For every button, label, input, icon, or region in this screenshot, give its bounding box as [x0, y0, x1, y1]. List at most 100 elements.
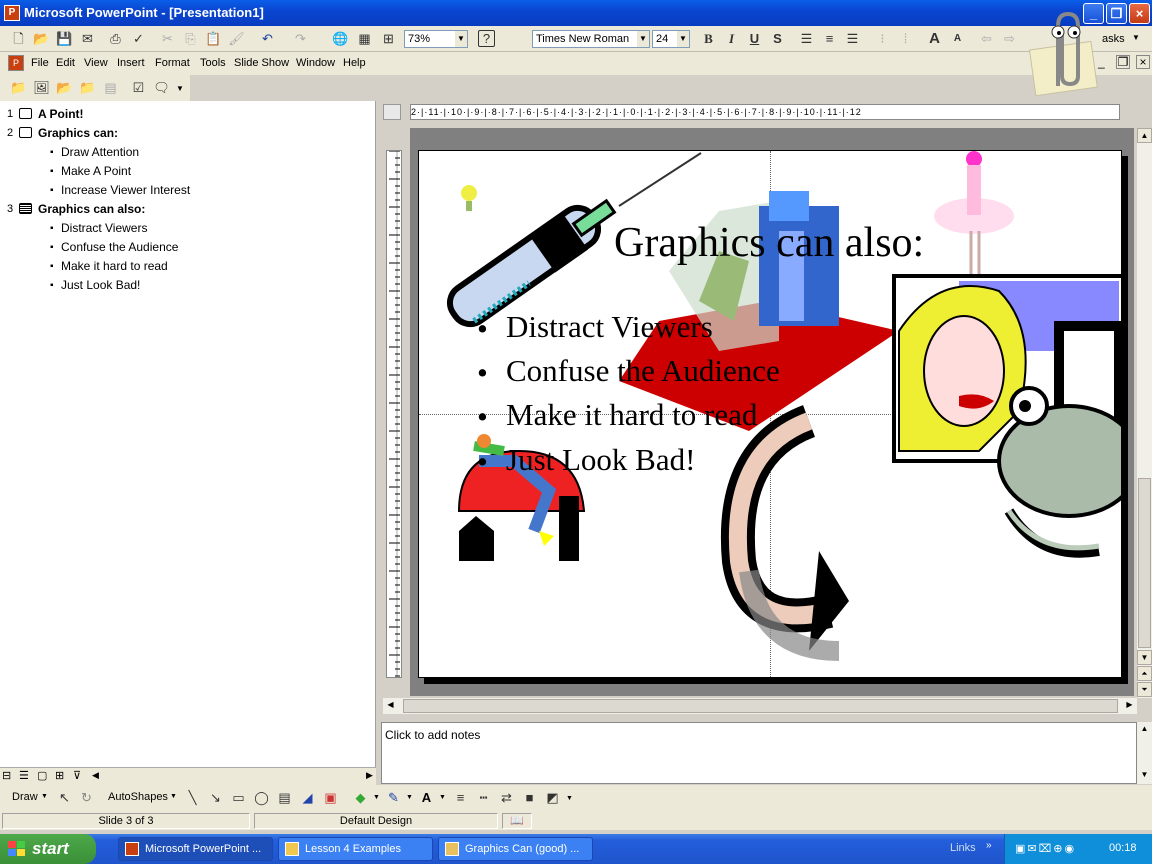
notes-placeholder[interactable]: Click to add notes — [385, 728, 480, 742]
menu-help[interactable]: Help — [343, 57, 366, 69]
slide-show-icon[interactable]: ⊽ — [73, 769, 81, 782]
hscroll-thumb[interactable] — [403, 699, 1118, 713]
fill-color-icon[interactable]: ◆ — [350, 788, 371, 808]
underline-button[interactable]: U — [744, 29, 765, 49]
promote-icon[interactable]: ⇦ — [976, 29, 997, 49]
chevron-down-icon[interactable]: ▼ — [1132, 33, 1140, 42]
font-size-select[interactable]: 24 ▼ — [652, 30, 690, 48]
start-button[interactable]: start — [0, 834, 96, 864]
outline-bullet[interactable]: Confuse the Audience — [61, 240, 178, 254]
scroll-left-icon[interactable]: ◀ — [92, 770, 99, 781]
wordart-icon[interactable]: ◢ — [297, 788, 318, 808]
slide-view-icon[interactable]: ▢ — [37, 769, 47, 782]
document-icon[interactable]: P — [8, 55, 24, 71]
chevron-icon[interactable]: » — [986, 840, 992, 851]
outline-slide-title[interactable]: Graphics can: — [38, 126, 118, 140]
outline-pane[interactable]: 1 A Point! 2 Graphics can: ▪ Draw Attent… — [0, 101, 376, 767]
chevron-down-icon[interactable]: ▼ — [373, 794, 380, 801]
help-icon[interactable]: ? — [478, 30, 495, 47]
doc-restore-button[interactable]: ❐ — [1116, 55, 1130, 69]
tray-icons[interactable]: ▣✉⌧⊕◉ — [1015, 842, 1076, 855]
slide-sorter-icon[interactable]: ⊞ — [55, 769, 64, 782]
menu-slide-show[interactable]: Slide Show — [234, 57, 289, 69]
outline-bullet[interactable]: Increase Viewer Interest — [61, 183, 190, 197]
slide-bullet[interactable]: Make it hard to read — [506, 397, 757, 433]
spelling-status-icon[interactable]: 📖 — [502, 813, 532, 829]
horizontal-ruler[interactable]: 2·|·11·|·10·|·9·|·8·|·7·|·6·|·5·|·4·|·3·… — [410, 104, 1120, 120]
print-icon[interactable]: ⎙ — [105, 29, 126, 49]
oval-icon[interactable]: ◯ — [251, 788, 272, 808]
toolbar-options-icon[interactable]: ▼ — [566, 795, 573, 802]
text-box-icon[interactable]: ▤ — [274, 788, 295, 808]
paste-icon[interactable]: 📋 — [203, 29, 224, 49]
slide-icon[interactable] — [19, 203, 32, 214]
hyperlink-icon[interactable]: 🌐 — [330, 29, 351, 49]
checklist-icon[interactable]: ☑ — [128, 78, 149, 98]
menu-tools[interactable]: Tools — [200, 57, 226, 69]
format-painter-icon[interactable]: 🖌 — [226, 29, 247, 49]
menu-view[interactable]: View — [84, 57, 108, 69]
scroll-down-icon[interactable]: ▼ — [1137, 768, 1152, 783]
shadow-button[interactable]: S — [767, 29, 788, 49]
new-icon[interactable]: 🗋 — [8, 29, 29, 49]
numbering-icon[interactable]: ⁝ — [872, 29, 893, 49]
scroll-up-icon[interactable]: ▲ — [1137, 722, 1152, 737]
align-center-icon[interactable]: ≡ — [819, 29, 840, 49]
scroll-right-icon[interactable]: ▶ — [366, 770, 373, 781]
design-template-name[interactable]: Default Design — [254, 813, 498, 829]
menu-insert[interactable]: Insert — [117, 57, 145, 69]
promote-outline-icon[interactable]: 📁 — [8, 78, 29, 98]
slide-horizontal-scrollbar[interactable]: ◀ ▶ — [383, 698, 1137, 714]
taskbar-item-graphics[interactable]: Graphics Can (good) ... — [438, 837, 593, 861]
bold-button[interactable]: B — [698, 29, 719, 49]
scroll-right-icon[interactable]: ▶ — [1122, 698, 1137, 713]
insert-table-icon[interactable]: ⊞ — [378, 29, 399, 49]
office-assistant-clippy[interactable] — [1020, 6, 1100, 97]
slide-bullet[interactable]: Distract Viewers — [506, 309, 713, 345]
save-icon[interactable]: 💾 — [54, 29, 75, 49]
line-icon[interactable]: ╲ — [182, 788, 203, 808]
slide-bullet[interactable]: Just Look Bad! — [506, 442, 695, 478]
zoom-select[interactable]: 73% ▼ — [404, 30, 468, 48]
chevron-down-icon[interactable]: ▼ — [41, 793, 48, 800]
arrow-style-icon[interactable]: ⇄ — [496, 788, 517, 808]
3d-style-icon[interactable]: ◩ — [542, 788, 563, 808]
rectangle-icon[interactable]: ▭ — [228, 788, 249, 808]
slide-vertical-scrollbar[interactable]: ▲ ▼ ⏶ ⏷ — [1137, 128, 1152, 698]
expand-icon[interactable]: 📂 — [54, 78, 75, 98]
notes-pane[interactable]: Click to add notes — [381, 722, 1137, 784]
slide-bullet[interactable]: Confuse the Audience — [506, 353, 780, 389]
select-objects-icon[interactable]: ↖ — [54, 788, 75, 808]
menu-file[interactable]: File — [31, 57, 49, 69]
chevron-down-icon[interactable]: ▼ — [170, 793, 177, 800]
align-right-icon[interactable]: ☰ — [842, 29, 863, 49]
menu-window[interactable]: Window — [296, 57, 335, 69]
next-slide-icon[interactable]: ⏷ — [1137, 682, 1152, 697]
free-rotate-icon[interactable]: ↻ — [76, 788, 97, 808]
toolbar-options-icon[interactable]: ▼ — [176, 84, 184, 93]
align-left-icon[interactable]: ☰ — [796, 29, 817, 49]
scroll-down-icon[interactable]: ▼ — [1137, 650, 1152, 665]
clock[interactable]: 00:18 — [1109, 842, 1137, 854]
menu-format[interactable]: Format — [155, 57, 190, 69]
tasks-label[interactable]: asks — [1102, 33, 1125, 45]
outline-slide-title[interactable]: A Point! — [38, 107, 84, 121]
outline-bullet[interactable]: Make A Point — [61, 164, 131, 178]
font-name-select[interactable]: Times New Roman ▼ — [532, 30, 650, 48]
email-icon[interactable]: ✉ — [77, 29, 98, 49]
undo-icon[interactable]: ↶ — [257, 29, 278, 49]
decrease-font-icon[interactable]: A — [947, 29, 968, 49]
vertical-ruler[interactable] — [386, 150, 402, 678]
dash-style-icon[interactable]: ┅ — [473, 788, 494, 808]
shadow-style-icon[interactable]: ■ — [519, 788, 540, 808]
outline-bullet[interactable]: Distract Viewers — [61, 221, 147, 235]
scroll-thumb[interactable] — [1138, 478, 1151, 648]
restore-button[interactable]: ❐ — [1106, 3, 1127, 24]
collapse-icon[interactable]: 📁 — [77, 78, 98, 98]
demote-icon[interactable]: ⇨ — [999, 29, 1020, 49]
pane-splitter[interactable] — [376, 101, 381, 785]
slide-canvas[interactable]: Graphics can also: • Distract Viewers • … — [418, 150, 1122, 678]
doc-close-button[interactable]: × — [1136, 55, 1150, 69]
links-toolbar[interactable]: Links — [950, 842, 976, 854]
redo-icon[interactable]: ↷ — [290, 29, 311, 49]
